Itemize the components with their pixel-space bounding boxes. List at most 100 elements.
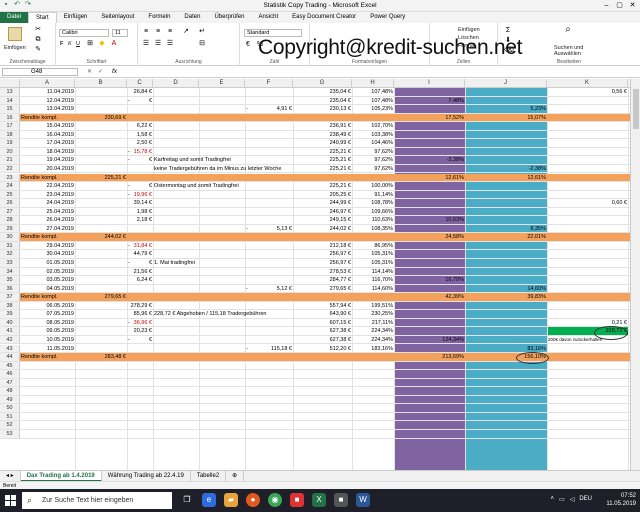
- row-header[interactable]: 44: [0, 353, 20, 361]
- paste-icon[interactable]: [8, 27, 22, 41]
- align-middle-icon[interactable]: ≡: [154, 28, 162, 36]
- bold-button[interactable]: F: [60, 41, 63, 47]
- row-header[interactable]: 43: [0, 344, 20, 353]
- column-header-h[interactable]: H: [352, 79, 394, 88]
- cell-a[interactable]: 22.04.2019: [20, 182, 75, 190]
- column-header-i[interactable]: I: [394, 79, 465, 88]
- cell-i[interactable]: -2,38%: [394, 156, 465, 164]
- cell-a[interactable]: 29.04.2019: [20, 242, 75, 250]
- cell-g[interactable]: 225,21 €: [293, 182, 352, 190]
- cell-h[interactable]: 199,51%: [352, 302, 394, 310]
- cell-i[interactable]: 42,39%: [394, 293, 465, 301]
- cell-c[interactable]: 2,18 €: [127, 216, 153, 224]
- cell-b[interactable]: 279,65 €: [75, 293, 127, 301]
- cell-h[interactable]: 224,34%: [352, 336, 394, 344]
- tab-start[interactable]: Start: [28, 12, 57, 23]
- cell-h[interactable]: 104,46%: [352, 139, 394, 147]
- row-header[interactable]: 41: [0, 327, 20, 335]
- cell-a[interactable]: 18.04.2019: [20, 148, 75, 156]
- tab-ansicht[interactable]: Ansicht: [251, 12, 285, 23]
- tab-power-query[interactable]: Power Query: [363, 12, 412, 23]
- cell-j[interactable]: 8,35%: [465, 225, 547, 233]
- cell-g[interactable]: 643,90 €: [293, 310, 352, 318]
- cell-g[interactable]: 557,94 €: [293, 302, 352, 310]
- cell-j[interactable]: 39,83%: [465, 293, 547, 301]
- cell-c[interactable]: €: [127, 182, 153, 190]
- cell-d[interactable]: 1. Mai tradingfrei: [153, 259, 303, 267]
- cell-a[interactable]: 24.04.2019: [20, 199, 75, 207]
- function-icon[interactable]: fx: [112, 68, 117, 75]
- cell-c[interactable]: 19,96 €: [127, 191, 153, 199]
- app2-icon[interactable]: ■: [334, 493, 348, 507]
- cell-b[interactable]: 283,48 €: [75, 353, 127, 361]
- tab-daten[interactable]: Daten: [177, 12, 207, 23]
- cell-h[interactable]: 114,14%: [352, 268, 394, 276]
- cell-g[interactable]: 212,18 €: [293, 242, 352, 250]
- column-header-e[interactable]: E: [199, 79, 245, 88]
- cell-i[interactable]: 213,69%: [394, 353, 465, 361]
- cell-h[interactable]: 110,63%: [352, 216, 394, 224]
- row-header[interactable]: 20: [0, 147, 20, 156]
- tab--berpr-fen[interactable]: Überprüfen: [207, 12, 251, 23]
- align-top-icon[interactable]: ≡: [142, 28, 150, 36]
- cell-a[interactable]: 26.04.2019: [20, 216, 75, 224]
- cell-a[interactable]: 08.05.2019: [20, 319, 75, 327]
- cell-j[interactable]: 22,01%: [465, 233, 547, 241]
- cell-c[interactable]: 26,84 €: [127, 88, 153, 96]
- cell-b[interactable]: 225,21 €: [75, 174, 127, 182]
- cell-h[interactable]: 109,66%: [352, 208, 394, 216]
- cell-c[interactable]: €: [127, 97, 153, 105]
- cell-i[interactable]: 10,63%: [394, 216, 465, 224]
- row-header[interactable]: 16: [0, 113, 20, 122]
- name-box[interactable]: G48: [2, 68, 78, 76]
- row-header[interactable]: 47: [0, 378, 20, 387]
- cell-c[interactable]: 44,79 €: [127, 250, 153, 258]
- close-icon[interactable]: ✕: [627, 1, 638, 10]
- taskbar-search[interactable]: ⌕ Zur Suche Text hier eingeben: [22, 492, 172, 509]
- row-header[interactable]: 28: [0, 216, 20, 224]
- row-header[interactable]: 36: [0, 284, 20, 293]
- cell-d[interactable]: 228,72 € Abgehoben / 115,18 Tradergebühr…: [153, 310, 303, 318]
- cell-b[interactable]: 244,02 €: [75, 233, 127, 241]
- cell-i[interactable]: 124,34%: [394, 336, 465, 344]
- cell-a[interactable]: 11.04.2019: [20, 88, 75, 96]
- cell-c[interactable]: 39,14 €: [127, 199, 153, 207]
- align-center-icon[interactable]: ☰: [154, 40, 162, 48]
- row-header[interactable]: 19: [0, 139, 20, 147]
- row-header[interactable]: 31: [0, 241, 20, 250]
- cell-h[interactable]: 97,62%: [352, 165, 394, 173]
- row-header[interactable]: 53: [0, 430, 20, 438]
- cell-a[interactable]: 25.04.2019: [20, 208, 75, 216]
- cell-g[interactable]: 256,97 €: [293, 259, 352, 267]
- cell-h[interactable]: 183,16%: [352, 345, 394, 353]
- row-header[interactable]: 52: [0, 421, 20, 429]
- cell-a[interactable]: 16.04.2019: [20, 131, 75, 139]
- column-header-a[interactable]: A: [20, 79, 75, 88]
- app-icon[interactable]: ■: [290, 493, 304, 507]
- cell-c[interactable]: 21,56 €: [127, 268, 153, 276]
- task-view-icon[interactable]: ❐: [180, 493, 194, 507]
- cell-g[interactable]: 249,15 €: [293, 216, 352, 224]
- cell-a[interactable]: 17.04.2019: [20, 139, 75, 147]
- cell-i[interactable]: 16,70%: [394, 276, 465, 284]
- cell-h[interactable]: 107,48%: [352, 97, 394, 105]
- confirm-icon[interactable]: ✓: [98, 68, 103, 75]
- cell-c[interactable]: 1,58 €: [127, 131, 153, 139]
- find-select-button[interactable]: Suchen und Auswählen: [554, 45, 594, 57]
- cell-g[interactable]: 607,15 €: [293, 319, 352, 327]
- paste-button[interactable]: Einfügen: [4, 45, 26, 51]
- cell-i[interactable]: 17,52%: [394, 114, 465, 122]
- copy-icon[interactable]: ⧉: [34, 36, 42, 44]
- sheet-tab-waehrung[interactable]: Währung Trading ab 22.4.19: [102, 470, 191, 482]
- cell-a[interactable]: 06.05.2019: [20, 302, 75, 310]
- cell-g[interactable]: 512,20 €: [293, 345, 352, 353]
- cell-a[interactable]: 12.04.2019: [20, 97, 75, 105]
- column-header-b[interactable]: B: [75, 79, 127, 88]
- row-header[interactable]: 37: [0, 293, 20, 301]
- language-indicator[interactable]: DEU: [579, 496, 592, 503]
- cell-i[interactable]: 12,61%: [394, 174, 465, 182]
- cell-g[interactable]: 627,38 €: [293, 327, 352, 335]
- tab-einf-gen[interactable]: Einfügen: [57, 12, 95, 23]
- volume-icon[interactable]: ◁: [570, 496, 575, 503]
- sheet-nav-icon[interactable]: ◂ ▸: [0, 470, 21, 482]
